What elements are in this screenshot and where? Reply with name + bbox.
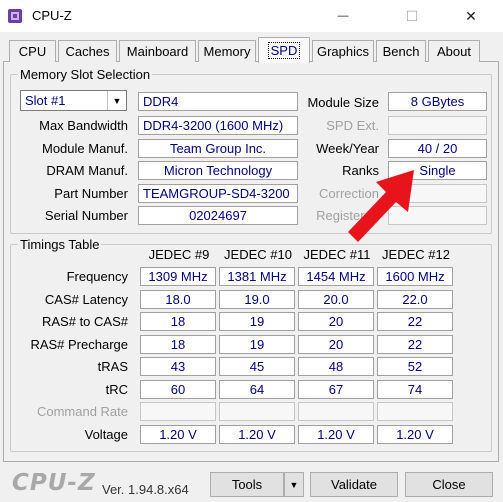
timings-cell: 22 — [377, 335, 453, 354]
timings-column-header: JEDEC #9 — [148, 247, 210, 262]
max-bandwidth-field: DDR4-3200 (1600 MHz) — [138, 116, 298, 135]
serial-number-field: 02024697 — [138, 206, 298, 225]
timings-cell: 1381 MHz — [219, 267, 295, 286]
timings-row-label: tRAS — [97, 359, 128, 374]
timings-cell: 74 — [377, 380, 453, 399]
validate-button-label: Validate — [330, 477, 377, 492]
minimize-icon: — — [337, 10, 349, 22]
timings-cell: 20.0 — [298, 290, 374, 309]
timings-cell: 1309 MHz — [140, 267, 216, 286]
timings-cell: 60 — [140, 380, 216, 399]
module-size-field: 8 GBytes — [388, 92, 487, 111]
timings-column-header: JEDEC #10 — [224, 247, 292, 262]
timings-row-label: RAS# Precharge — [30, 337, 128, 352]
red-arrow-icon — [348, 170, 414, 242]
timings-cell: 48 — [298, 357, 374, 376]
timings-row-label: Command Rate — [36, 404, 128, 419]
timings-cell — [298, 402, 374, 421]
module-manuf-field: Team Group Inc. — [138, 139, 298, 158]
memory-slot-group-label: Memory Slot Selection — [18, 67, 153, 82]
timings-row-label: RAS# to CAS# — [42, 314, 128, 329]
timings-cell: 1.20 V — [298, 425, 374, 444]
timings-cell: 19.0 — [219, 290, 295, 309]
timings-row-label: Frequency — [66, 269, 128, 284]
close-button[interactable]: Close — [405, 472, 493, 497]
timings-cell: 43 — [140, 357, 216, 376]
week-year-field: 40 / 20 — [388, 139, 487, 158]
timings-cell: 18 — [140, 312, 216, 331]
timings-column-header: JEDEC #12 — [382, 247, 450, 262]
timings-cell: 20 — [298, 312, 374, 331]
timings-cell: 1.20 V — [219, 425, 295, 444]
part-number-label: Part Number — [54, 186, 128, 201]
validate-button[interactable]: Validate — [310, 472, 398, 497]
timings-cell — [140, 402, 216, 421]
tab-memory[interactable]: Memory — [198, 40, 256, 62]
timings-cell: 1.20 V — [140, 425, 216, 444]
timings-cell: 67 — [298, 380, 374, 399]
tools-dropdown-button[interactable]: ▼ — [284, 472, 304, 497]
timings-cell — [219, 402, 295, 421]
timings-row-label: CAS# Latency — [44, 292, 128, 307]
close-button-label: Close — [432, 477, 466, 492]
cpu-z-logo: CPU-Z — [12, 470, 96, 496]
max-bandwidth-label: Max Bandwidth — [39, 118, 128, 133]
tab-strip: CPU Caches Mainboard Memory SPD Graphics… — [0, 32, 503, 63]
timings-cell: 20 — [298, 335, 374, 354]
chevron-down-icon: ▼ — [107, 91, 126, 110]
close-icon: ✕ — [465, 7, 477, 24]
tools-button-label: Tools — [231, 477, 263, 492]
cpu-z-app-icon — [8, 9, 22, 23]
chevron-down-icon: ▼ — [289, 479, 299, 490]
maximize-icon: ☐ — [405, 7, 419, 24]
memory-type-field: DDR4 — [138, 92, 298, 111]
timings-cell: 19 — [219, 312, 295, 331]
tools-button[interactable]: Tools — [210, 472, 284, 497]
tab-cpu[interactable]: CPU — [9, 40, 56, 62]
serial-number-label: Serial Number — [44, 208, 128, 223]
window-title: CPU-Z — [32, 8, 72, 23]
tab-about[interactable]: About — [428, 40, 480, 62]
tab-graphics[interactable]: Graphics — [312, 40, 374, 62]
timings-row-label: tRC — [105, 382, 128, 397]
slot-select-value: Slot #1 — [25, 93, 66, 108]
maximize-button[interactable]: ☐ — [389, 0, 435, 32]
dram-manuf-field: Micron Technology — [138, 161, 298, 180]
timings-cell: 1600 MHz — [377, 267, 453, 286]
tab-spd[interactable]: SPD — [258, 37, 310, 63]
week-year-label: Week/Year — [316, 141, 379, 156]
version-label: Ver. 1.94.8.x64 — [102, 482, 189, 497]
timings-cell: 22 — [377, 312, 453, 331]
timings-cell: 1.20 V — [377, 425, 453, 444]
timings-cell: 52 — [377, 357, 453, 376]
close-window-button[interactable]: ✕ — [448, 0, 494, 32]
part-number-field: TEAMGROUP-SD4-3200 — [138, 184, 298, 203]
module-manuf-label: Module Manuf. — [42, 141, 128, 156]
timings-cell: 18.0 — [140, 290, 216, 309]
timings-table-group-label: Timings Table — [18, 237, 102, 252]
timings-cell: 45 — [219, 357, 295, 376]
timings-column-header: JEDEC #11 — [303, 247, 371, 262]
timings-cell: 22.0 — [377, 290, 453, 309]
tab-mainboard[interactable]: Mainboard — [119, 40, 196, 62]
dram-manuf-label: DRAM Manuf. — [46, 163, 128, 178]
timings-cell: 1454 MHz — [298, 267, 374, 286]
timings-row-label: Voltage — [84, 427, 128, 442]
slot-select[interactable]: Slot #1 ▼ — [20, 90, 127, 111]
tab-bench[interactable]: Bench — [376, 40, 426, 62]
minimize-button[interactable]: — — [320, 0, 366, 32]
spd-ext-field — [388, 116, 487, 135]
spd-ext-label: SPD Ext. — [326, 118, 379, 133]
timings-cell — [377, 402, 453, 421]
tab-caches[interactable]: Caches — [58, 40, 117, 62]
module-size-label: Module Size — [307, 95, 379, 110]
timings-cell: 19 — [219, 335, 295, 354]
timings-cell: 64 — [219, 380, 295, 399]
timings-cell: 18 — [140, 335, 216, 354]
